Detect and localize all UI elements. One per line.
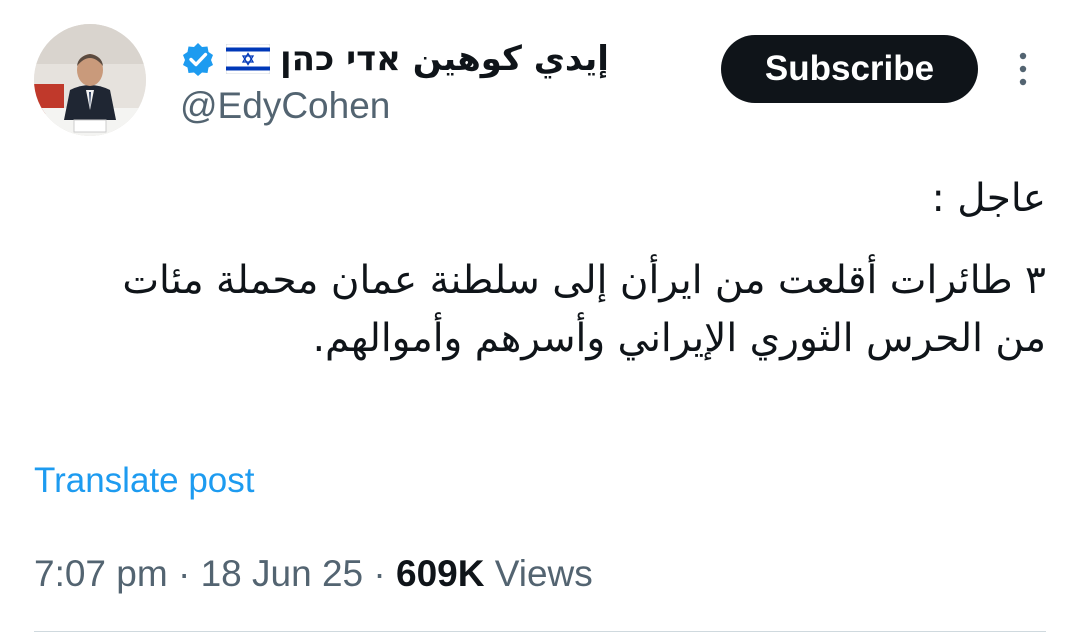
meta-separator: ·	[373, 553, 386, 594]
author-handle[interactable]: @EdyCohen	[180, 84, 390, 128]
post-meta: 7:07 pm · 18 Jun 25 · 609K Views	[34, 550, 593, 598]
avatar-image	[34, 24, 146, 136]
author-name-row: إيدي كوهين אדי כהן	[180, 36, 609, 82]
verified-badge-icon	[180, 41, 216, 77]
post-text: عاجل : ٣ طائرات أقلعت من ايرأن إلى سلطنة…	[34, 170, 1046, 368]
post-date[interactable]: 18 Jun 25	[201, 553, 364, 594]
views-count: 609K	[396, 553, 485, 594]
post-text-line: ٣ طائرات أقلعت من ايرأن إلى سلطنة عمان م…	[122, 258, 1046, 303]
avatar[interactable]	[34, 24, 146, 136]
more-options-icon[interactable]	[1008, 48, 1038, 92]
post-time[interactable]: 7:07 pm	[34, 553, 168, 594]
post-text-line: عاجل :	[931, 176, 1046, 221]
views-label: Views	[494, 553, 593, 594]
post-text-line: من الحرس الثوري الإيراني وأسرهم وأموالهم…	[312, 316, 1046, 361]
divider	[34, 631, 1046, 632]
meta-separator: ·	[177, 553, 191, 594]
author-display-name[interactable]: إيدي كوهين אדי כהן	[280, 36, 609, 82]
subscribe-button[interactable]: Subscribe	[721, 35, 978, 103]
post-card: إيدي كوهين אדי כהן @EdyCohen Subscribe ع…	[0, 0, 1080, 635]
translate-post-link[interactable]: Translate post	[34, 458, 254, 504]
israel-flag-icon	[225, 43, 271, 75]
